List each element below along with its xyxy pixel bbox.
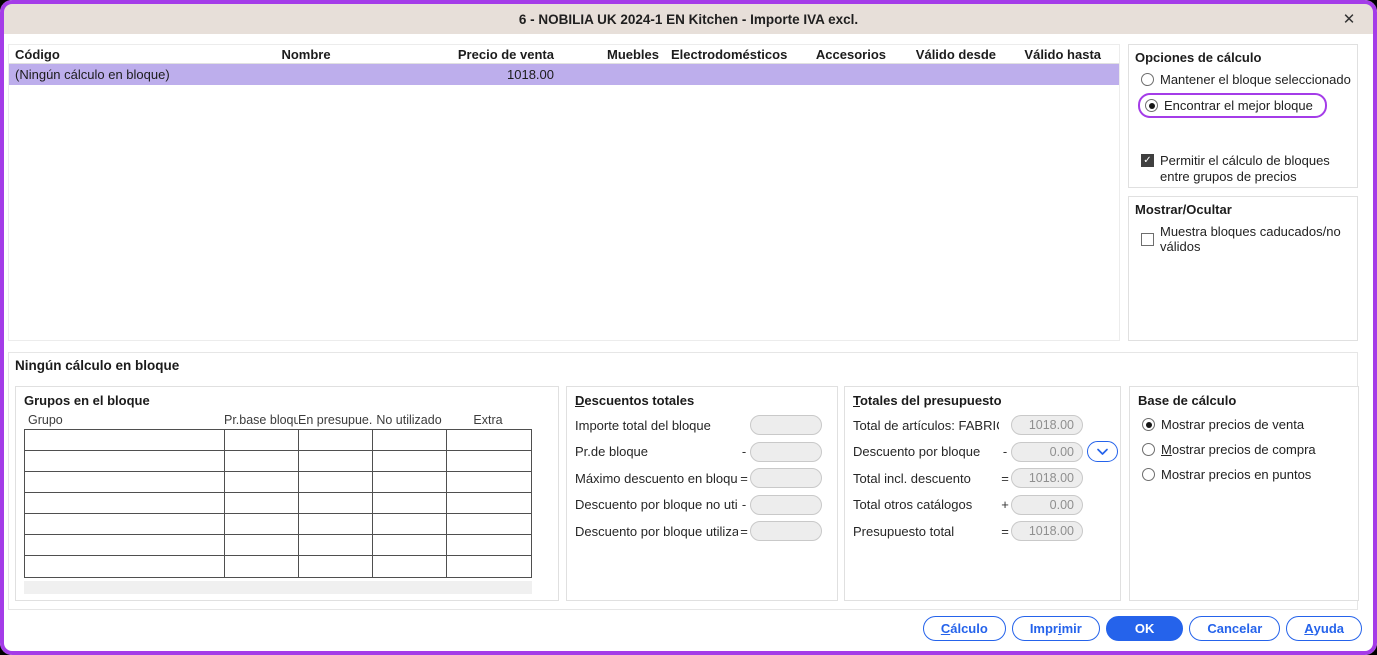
groups-col-grupo[interactable]: Grupo — [24, 413, 224, 427]
checkbox-permitir-label-line1: Permitir el cálculo de bloques — [1160, 153, 1330, 168]
discount-row-no-utilizado: Descuento por bloque no utilizado - — [567, 492, 837, 519]
discounts-title: Descuentos totales — [575, 393, 695, 408]
radio-precios-puntos-label: Mostrar precios en puntos — [1161, 467, 1312, 482]
pr-de-bloque-field — [750, 441, 822, 462]
dialog-title: 6 - NOBILIA UK 2024-1 EN Kitchen - Impor… — [518, 11, 859, 27]
column-header-electro[interactable]: Electrodomésticos — [665, 47, 790, 62]
radio-encontrar-label: Encontrar el mejor bloque — [1164, 98, 1313, 113]
radio-precios-compra[interactable]: Mostrar precios de compra — [1130, 437, 1358, 462]
focus-highlight-ring: Encontrar el mejor bloque — [1138, 93, 1327, 118]
column-header-codigo[interactable]: Código — [9, 47, 225, 62]
presupuesto-total-field: 1018.00 — [1011, 521, 1083, 542]
checkbox-permitir-calculo[interactable]: ✓ Permitir el cálculo de bloques — [1135, 150, 1351, 171]
discount-row-maximo-descuento: Máximo descuento en bloque = — [567, 465, 837, 492]
ayuda-button[interactable]: Ayuda — [1286, 616, 1362, 641]
check-icon: ✓ — [1143, 154, 1152, 166]
groups-table-header: Grupo Pr.base bloque En presupue... No u… — [24, 413, 558, 427]
block-list-header: Código Nombre Precio de venta Muebles El… — [9, 45, 1119, 64]
groups-col-extra[interactable]: Extra — [446, 413, 530, 427]
column-header-accesorios[interactable]: Accesorios — [790, 47, 892, 62]
radio-mantener-label: Mantener el bloque seleccionado — [1160, 72, 1351, 87]
column-header-precio[interactable]: Precio de venta — [387, 47, 560, 62]
checkbox-unchecked-icon — [1141, 232, 1154, 246]
totals-title: Totales del presupuesto — [853, 393, 1002, 408]
budget-totals-box: Totales del presupuesto Total de artícul… — [844, 386, 1121, 601]
block-list: Código Nombre Precio de venta Muebles El… — [8, 44, 1120, 341]
radio-icon — [1142, 468, 1155, 481]
descuento-no-utilizado-field — [750, 494, 822, 515]
calc-options-panel: Opciones de cálculo Mantener el bloque s… — [1128, 44, 1358, 188]
maximo-descuento-field — [750, 468, 822, 489]
calc-base-box: Base de cálculo Mostrar precios de venta… — [1129, 386, 1359, 601]
row-codigo: (Ningún cálculo en bloque) — [15, 67, 170, 82]
discount-row-pr-de-bloque: Pr.de bloque - — [567, 439, 837, 466]
footer-button-bar: Cálculo Impr i mir OK Cancelar Ayuda — [922, 616, 1362, 641]
column-header-muebles[interactable]: Muebles — [560, 47, 665, 62]
ok-button[interactable]: OK — [1105, 616, 1184, 641]
importe-total-field — [750, 415, 822, 436]
radio-precios-venta[interactable]: Mostrar precios de venta — [1130, 412, 1358, 437]
radio-precios-puntos[interactable]: Mostrar precios en puntos — [1130, 462, 1358, 487]
radio-precios-compra-label: Mostrar precios de compra — [1161, 442, 1316, 457]
column-header-nombre[interactable]: Nombre — [225, 47, 387, 62]
block-detail-title: Ningún cálculo en bloque — [15, 358, 180, 373]
calc-options-title: Opciones de cálculo — [1135, 50, 1262, 65]
groups-table-hscrollbar[interactable] — [24, 581, 532, 594]
descuento-bloque-field: 0.00 — [1011, 441, 1083, 462]
total-otros-catalogos-field: 0.00 — [1011, 494, 1083, 515]
totals-row-presupuesto-total: Presupuesto total = 1018.00 — [845, 518, 1120, 545]
radio-icon — [1142, 443, 1155, 456]
radio-selected-icon — [1142, 418, 1155, 431]
list-row-selected[interactable]: (Ningún cálculo en bloque) 1018.00 — [9, 64, 1119, 85]
title-bar: 6 - NOBILIA UK 2024-1 EN Kitchen - Impor… — [4, 4, 1373, 34]
total-articulos-field: 1018.00 — [1011, 415, 1083, 436]
radio-precios-venta-label: Mostrar precios de venta — [1161, 417, 1305, 432]
row-precio-de-venta: 1018.00 — [507, 67, 554, 82]
radio-selected-icon — [1145, 99, 1158, 112]
checkbox-checked-icon: ✓ — [1141, 154, 1154, 167]
cancelar-button[interactable]: Cancelar — [1189, 616, 1281, 641]
checkbox-muestra-label: Muestra bloques caducados/no válidos — [1160, 224, 1341, 254]
total-incl-descuento-field: 1018.00 — [1011, 468, 1083, 489]
checkbox-muestra-caducados[interactable]: Muestra bloques caducados/no válidos — [1135, 221, 1351, 257]
show-hide-title: Mostrar/Ocultar — [1135, 202, 1232, 217]
groups-title: Grupos en el bloque — [24, 393, 150, 408]
discount-row-utilizado: Descuento por bloque utilizado = — [567, 518, 837, 545]
radio-encontrar-bloque[interactable]: Encontrar el mejor bloque — [1135, 90, 1351, 121]
totals-row-articulos: Total de artículos: FABRICAN... 1018.00 — [845, 412, 1120, 439]
descuento-dropdown-button[interactable] — [1087, 441, 1118, 463]
total-discounts-box: Descuentos totales Importe total del blo… — [566, 386, 838, 601]
column-header-valido-hasta[interactable]: Válido hasta — [1002, 47, 1107, 62]
totals-row-otros-catalogos: Total otros catálogos + 0.00 — [845, 492, 1120, 519]
close-icon[interactable]: ✕ — [1339, 9, 1359, 29]
calculo-button[interactable]: Cálculo — [922, 616, 1006, 641]
checkbox-permitir-label-line2: entre grupos de precios — [1160, 169, 1297, 184]
dialog-window: 6 - NOBILIA UK 2024-1 EN Kitchen - Impor… — [0, 0, 1377, 655]
radio-mantener-bloque[interactable]: Mantener el bloque seleccionado — [1135, 69, 1351, 90]
descuento-utilizado-field — [750, 521, 822, 542]
radio-icon — [1141, 73, 1154, 86]
imprimir-button[interactable]: Impr i mir — [1011, 616, 1100, 641]
column-header-valido-desde[interactable]: Válido desde — [892, 47, 1002, 62]
groups-col-enpresup[interactable]: En presupue... — [298, 413, 372, 427]
groups-col-noutil[interactable]: No utilizado — [372, 413, 446, 427]
totals-row-incl-descuento: Total incl. descuento = 1018.00 — [845, 465, 1120, 492]
groups-col-prbase[interactable]: Pr.base bloque — [224, 413, 298, 427]
calc-base-title: Base de cálculo — [1138, 393, 1237, 408]
groups-in-block-box: Grupos en el bloque Grupo Pr.base bloqu e… — [15, 386, 559, 601]
discount-row-importe-total: Importe total del bloque — [567, 412, 837, 439]
show-hide-panel: Mostrar/Ocultar Muestra bloques caducado… — [1128, 196, 1358, 341]
totals-row-descuento-bloque: Descuento por bloque - 0.00 — [845, 439, 1120, 466]
block-detail-section: Ningún cálculo en bloque Grupos en el bl… — [8, 352, 1359, 610]
chevron-down-icon — [1097, 448, 1108, 455]
groups-table[interactable] — [24, 429, 532, 578]
